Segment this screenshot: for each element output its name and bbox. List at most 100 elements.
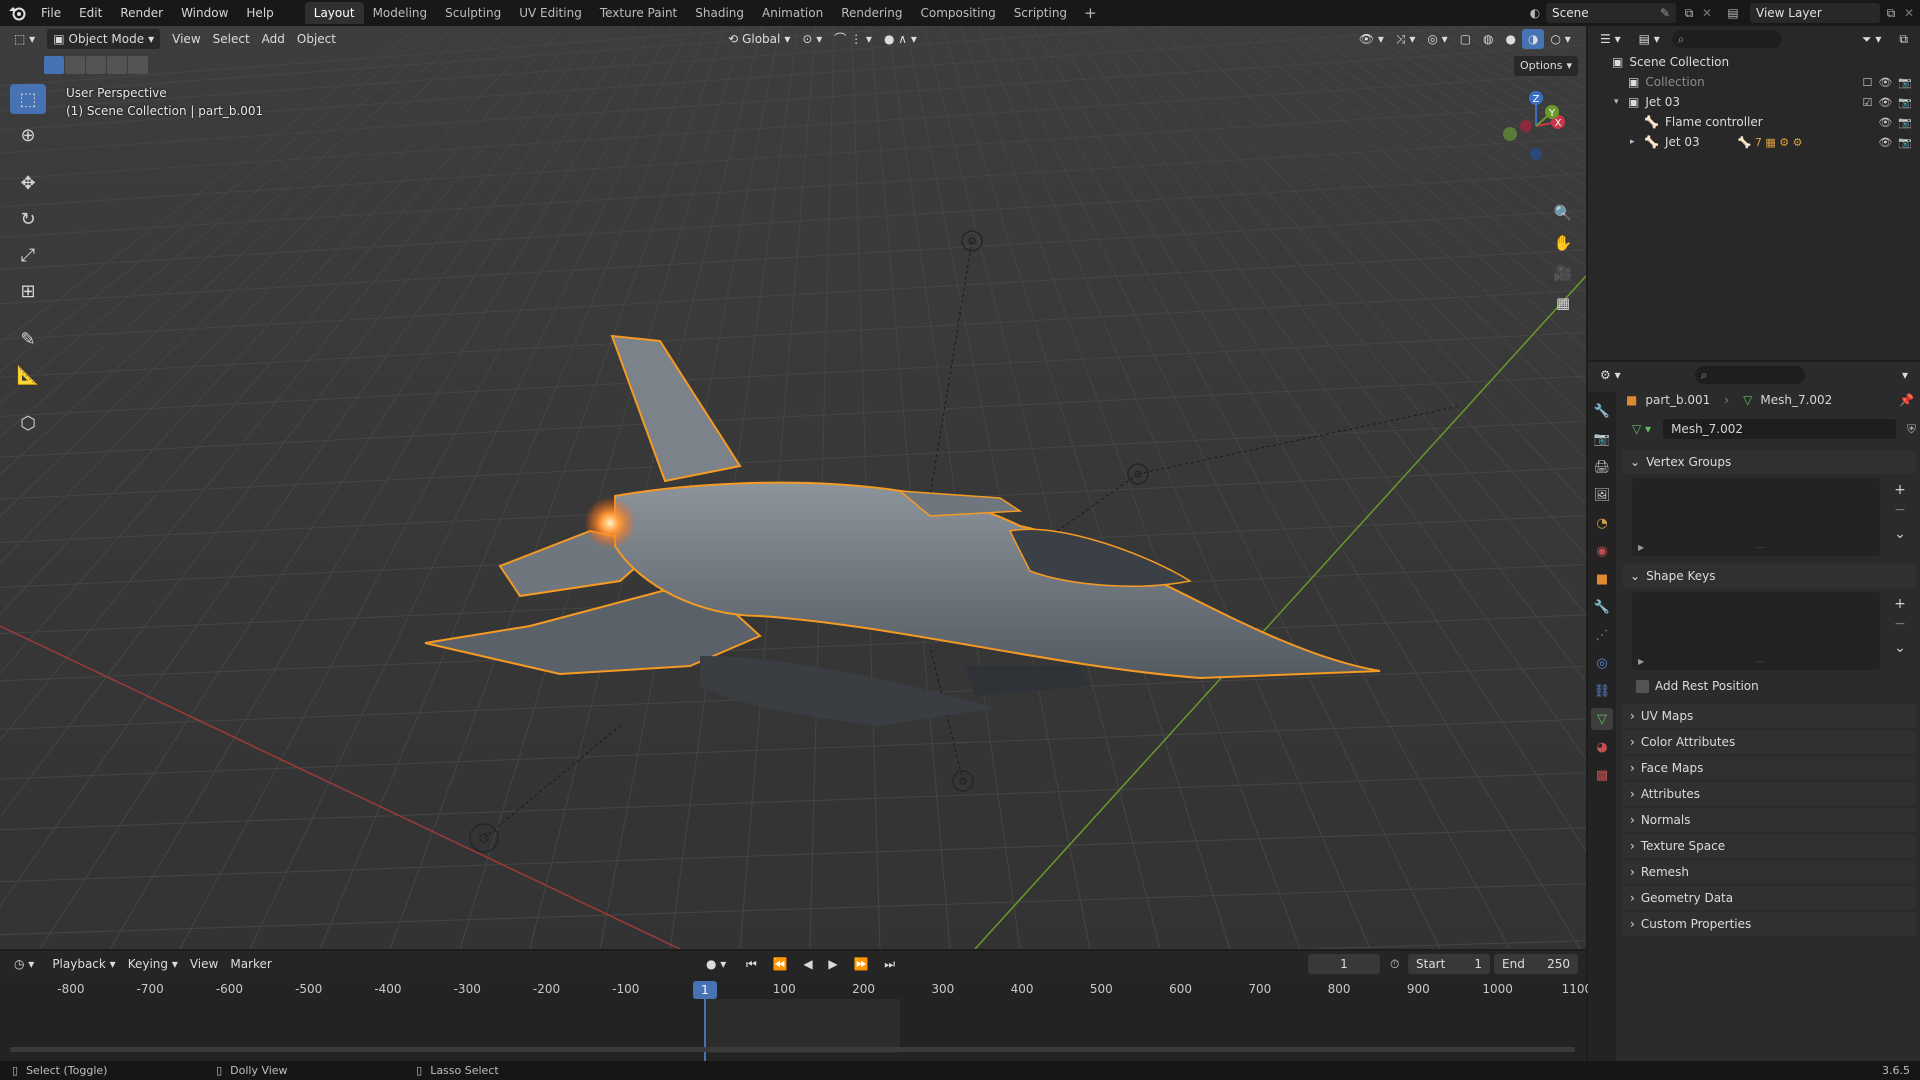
outliner-editor-type-icon[interactable]: ☰ ▾	[1594, 29, 1627, 49]
physics-tab-icon[interactable]: ◎	[1591, 652, 1613, 674]
visibility-eye-icon[interactable]: 👁	[1878, 76, 1892, 89]
render-camera-icon[interactable]: 📷	[1898, 136, 1912, 149]
new-collection-icon[interactable]: ⧉	[1893, 29, 1914, 49]
visibility-eye-icon[interactable]: 👁	[1878, 136, 1892, 149]
remove-shape-key-icon[interactable]: −	[1890, 614, 1910, 634]
cursor-tool-icon[interactable]: ⊕	[10, 120, 46, 150]
remove-vertex-group-icon[interactable]: −	[1890, 500, 1910, 520]
workspace-tab-shading[interactable]: Shading	[686, 2, 753, 24]
datablock-name-field[interactable]: Mesh_7.002	[1663, 419, 1896, 439]
record-keyframe-icon[interactable]: ● ▾	[700, 954, 732, 974]
panel-custom-properties[interactable]: › Custom Properties	[1622, 912, 1916, 936]
wireframe-shading-icon[interactable]: ◍	[1477, 29, 1499, 49]
menu-render[interactable]: Render	[111, 0, 172, 26]
view-layer-selector[interactable]: View Layer	[1750, 3, 1880, 23]
measure-tool-icon[interactable]: 📐	[10, 360, 46, 390]
solid-shading-icon[interactable]: ●	[1500, 29, 1522, 49]
add-cube-tool-icon[interactable]: ⬡	[10, 408, 46, 438]
select-subtract-icon[interactable]	[86, 56, 106, 74]
panel-shape-keys[interactable]: ⌄ Shape Keys	[1622, 564, 1916, 588]
start-frame-field[interactable]: Start 1	[1408, 954, 1490, 974]
specials-chevron-down-icon[interactable]: ⌄	[1890, 638, 1910, 658]
properties-editor[interactable]: ⚙ ▾ ⌕ ▾ 🔧 📷 🖨 🖼 ◔ ◉ ■ 🔧 ⋰ ◎ ⛓ ▽ ◕ ▩ ■ pa…	[1588, 362, 1920, 1061]
select-box-tool-icon[interactable]: ⬚	[10, 84, 46, 114]
select-invert-icon[interactable]	[107, 56, 127, 74]
timeline-editor[interactable]: ◷ ▾ Playback ▾ Keying ▾ View Marker ● ▾ ⏮ ⏪…	[0, 951, 1592, 1063]
new-scene-icon[interactable]: ⧉	[1680, 4, 1698, 22]
panel-normals[interactable]: › Normals	[1622, 808, 1916, 832]
outliner-editor[interactable]: ☰ ▾ ▤ ▾ ⌕ ⏷ ▾ ⧉ ▣ Scene Collection ▣ Collec…	[1588, 26, 1920, 360]
gizmo-toggle-icon[interactable]: ⤨ ▾	[1390, 29, 1421, 49]
add-vertex-group-icon[interactable]: +	[1890, 480, 1910, 500]
list-expand-icon[interactable]: ▶	[1638, 657, 1644, 666]
pin-icon[interactable]: 📌	[1899, 393, 1914, 407]
render-camera-icon[interactable]: 📷	[1898, 96, 1912, 109]
delete-scene-icon[interactable]: ✕	[1698, 4, 1716, 22]
current-frame-field[interactable]: 1	[1308, 954, 1380, 974]
timeline-menu-view[interactable]: View	[184, 954, 224, 974]
panel-color-attributes[interactable]: › Color Attributes	[1622, 730, 1916, 754]
playhead-frame-label[interactable]: 1	[693, 981, 717, 999]
list-resize-grip-icon[interactable]: ⋯	[1756, 657, 1764, 666]
mesh-browse-icon[interactable]: ▽ ▾	[1626, 419, 1657, 439]
render-camera-icon[interactable]: 📷	[1898, 76, 1912, 89]
workspace-tab-uv-editing[interactable]: UV Editing	[510, 2, 591, 24]
workspace-tab-scripting[interactable]: Scripting	[1005, 2, 1076, 24]
viewport-menu-select[interactable]: Select	[207, 29, 256, 49]
outliner-row[interactable]: ▣ Scene Collection	[1588, 52, 1920, 72]
axis-gizmo-icon[interactable]: Z X Y	[1486, 86, 1586, 166]
proportional-edit-icon[interactable]: ● ∧ ▾	[878, 29, 923, 49]
visibility-eye-icon[interactable]: 👁	[1878, 116, 1892, 129]
outliner-row[interactable]: ▾ ▣ Jet 03 ☑ 👁 📷	[1588, 92, 1920, 112]
modifier-tab-icon[interactable]: 🔧	[1591, 596, 1613, 618]
viewport-menu-object[interactable]: Object	[291, 29, 342, 49]
tool-tab-icon[interactable]: 🔧	[1591, 400, 1613, 422]
outliner-row[interactable]: ▣ Collection ☐ 👁 📷	[1588, 72, 1920, 92]
workspace-tab-sculpting[interactable]: Sculpting	[436, 2, 510, 24]
clock-editor-icon[interactable]: ◷ ▾	[8, 954, 40, 974]
scene-tab-icon[interactable]: ◔	[1591, 512, 1613, 534]
outliner-row[interactable]: ▸ 🦴 Jet 03 🦴 7 ▦ ⚙ ⚙ 👁 📷	[1588, 132, 1920, 152]
add-rest-position-checkbox[interactable]	[1636, 679, 1649, 693]
scene-icon[interactable]: ◐	[1526, 4, 1544, 22]
menu-edit[interactable]: Edit	[70, 0, 111, 26]
outliner-row[interactable]: 🦴 Flame controller 👁 📷	[1588, 112, 1920, 132]
pivot-icon[interactable]: ⊙ ▾	[796, 29, 828, 49]
properties-search-input[interactable]: ⌕	[1694, 366, 1805, 384]
timeline-menu-marker[interactable]: Marker	[224, 954, 277, 974]
pan-hand-icon[interactable]: ✋	[1550, 230, 1576, 256]
constraints-tab-icon[interactable]: ⛓	[1591, 680, 1613, 702]
outliner-search-input[interactable]: ⌕	[1671, 30, 1782, 48]
vertex-groups-list[interactable]: + − ⌄ ▶ ⋯	[1632, 478, 1906, 556]
panel-face-maps[interactable]: › Face Maps	[1622, 756, 1916, 780]
workspace-tab-animation[interactable]: Animation	[753, 2, 832, 24]
editor-type-icon[interactable]: ⬚ ▾	[8, 29, 41, 49]
list-expand-icon[interactable]: ▶	[1638, 543, 1644, 552]
new-view-layer-icon[interactable]: ⧉	[1882, 4, 1900, 22]
view-layer-tab-icon[interactable]: 🖼	[1591, 484, 1613, 506]
select-intersect-icon[interactable]	[128, 56, 148, 74]
rendered-shading-icon[interactable]: ○ ▾	[1544, 29, 1576, 49]
menu-file[interactable]: File	[32, 0, 70, 26]
viewport-menu-add[interactable]: Add	[256, 29, 291, 49]
timeline-ruler[interactable]: -800 -700 -600 -500 -400 -300 -200 -100 100 200 30…	[0, 979, 1592, 999]
panel-geometry-data[interactable]: › Geometry Data	[1622, 886, 1916, 910]
workspace-tab-layout[interactable]: Layout	[304, 2, 364, 24]
workspace-tab-modeling[interactable]: Modeling	[364, 2, 437, 24]
snap-icon[interactable]: ⌒ ⋮ ▾	[828, 29, 878, 49]
move-tool-icon[interactable]: ✥	[10, 168, 46, 198]
panel-texture-space[interactable]: › Texture Space	[1622, 834, 1916, 858]
scene-selector[interactable]: Scene ✎	[1546, 3, 1676, 23]
breadcrumb-mesh[interactable]: Mesh_7.002	[1760, 393, 1832, 407]
mesh-data-tab-icon[interactable]: ▽	[1591, 708, 1613, 730]
navigation-gizmo[interactable]: Z X Y 🔍 ✋ 🎥 ▦	[1486, 86, 1586, 312]
workspace-tab-texture-paint[interactable]: Texture Paint	[591, 2, 686, 24]
object-tab-icon[interactable]: ■	[1591, 568, 1613, 590]
select-extend-icon[interactable]	[65, 56, 85, 74]
view-layer-icon[interactable]: ▤	[1724, 4, 1742, 22]
menu-window[interactable]: Window	[172, 0, 237, 26]
world-tab-icon[interactable]: ◉	[1591, 540, 1613, 562]
rotate-tool-icon[interactable]: ↻	[10, 204, 46, 234]
children-icons[interactable]: 🦴 7 ▦ ⚙ ⚙	[1738, 136, 1803, 149]
blender-logo-icon[interactable]	[6, 2, 28, 24]
